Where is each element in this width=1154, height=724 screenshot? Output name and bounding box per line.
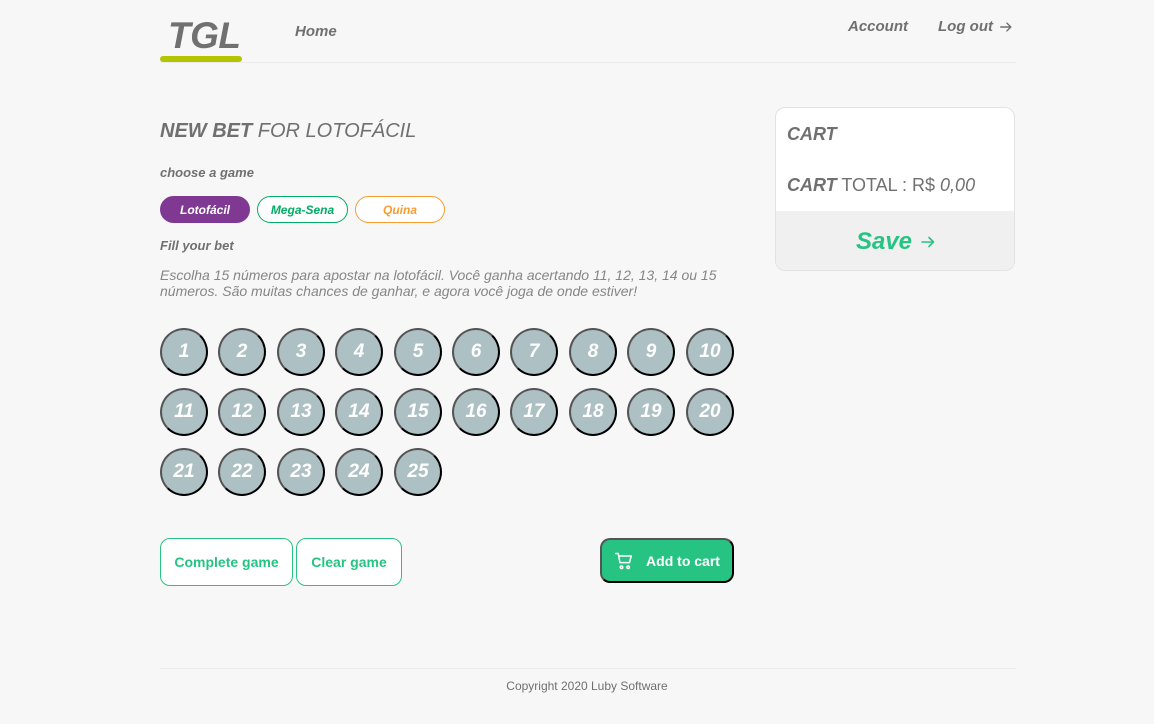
cart-icon [614, 552, 633, 569]
arrow-right-icon [1000, 21, 1012, 32]
game-button-lotofacil[interactable]: Lotofácil [160, 196, 250, 223]
copyright-text: Copyright 2020 Luby Software [506, 679, 668, 693]
arrow-right-icon [921, 236, 935, 247]
cart-total-label: TOTAL : R$ [836, 175, 941, 195]
complete-game-button[interactable]: Complete game [160, 538, 293, 586]
number-ball[interactable]: 11 [160, 388, 208, 436]
number-ball[interactable]: 16 [452, 388, 500, 436]
number-ball[interactable]: 21 [160, 448, 208, 496]
number-ball[interactable]: 3 [277, 328, 325, 376]
cart-total: CART TOTAL : R$ 0,00 [787, 175, 975, 196]
number-ball[interactable]: 14 [335, 388, 383, 436]
number-ball[interactable]: 8 [569, 328, 617, 376]
logo-underline [160, 56, 242, 62]
number-ball[interactable]: 15 [394, 388, 442, 436]
number-ball[interactable]: 9 [627, 328, 675, 376]
choose-game-label: choose a game [160, 165, 254, 180]
save-label: Save [855, 227, 913, 255]
number-ball[interactable]: 10 [686, 328, 734, 376]
number-ball[interactable]: 17 [510, 388, 558, 436]
add-to-cart-button[interactable]: Add to cart [600, 538, 734, 583]
cart-total-value: 0,00 [940, 175, 976, 195]
number-ball[interactable]: 7 [510, 328, 558, 376]
game-description: Escolha 15 números para apostar na lotof… [160, 267, 717, 299]
clear-game-button[interactable]: Clear game [296, 538, 402, 586]
number-ball[interactable]: 20 [686, 388, 734, 436]
page-title-rest: FOR LOTOFÁCIL [252, 120, 417, 142]
game-button-mega-sena[interactable]: Mega-Sena [257, 196, 348, 223]
number-ball[interactable]: 5 [394, 328, 442, 376]
number-ball[interactable]: 13 [277, 388, 325, 436]
number-ball[interactable]: 22 [218, 448, 266, 496]
number-ball[interactable]: 25 [394, 448, 442, 496]
game-button-quina[interactable]: Quina [355, 196, 445, 223]
number-ball[interactable]: 2 [218, 328, 266, 376]
nav-home-link[interactable]: Home [295, 23, 337, 40]
cart-total-bold: CART [787, 175, 837, 195]
number-ball[interactable]: 24 [335, 448, 383, 496]
number-ball[interactable]: 18 [569, 388, 617, 436]
number-ball[interactable]: 12 [218, 388, 266, 436]
number-ball[interactable]: 19 [627, 388, 675, 436]
logout-link[interactable]: Log out [938, 18, 1013, 35]
number-ball[interactable]: 1 [160, 328, 208, 376]
page-title-bold: NEW BET [160, 120, 253, 142]
nav-account-link[interactable]: Account [848, 18, 908, 35]
number-ball[interactable]: 23 [277, 448, 325, 496]
logout-label: Log out [938, 18, 993, 35]
add-to-cart-label: Add to cart [646, 552, 720, 569]
logo: TGL [168, 15, 241, 56]
cart-panel: CART CART TOTAL : R$ 0,00 Save [775, 107, 1015, 271]
number-ball[interactable]: 4 [335, 328, 383, 376]
save-button[interactable]: Save [776, 211, 1014, 270]
number-ball[interactable]: 6 [452, 328, 500, 376]
cart-title: CART [787, 124, 837, 144]
footer-divider [160, 668, 1016, 669]
top-bar: TGL Home Account Log out [160, 0, 1016, 63]
page-title: NEW BET FOR LOTOFÁCIL [160, 120, 416, 143]
fill-bet-label: Fill your bet [160, 238, 234, 253]
